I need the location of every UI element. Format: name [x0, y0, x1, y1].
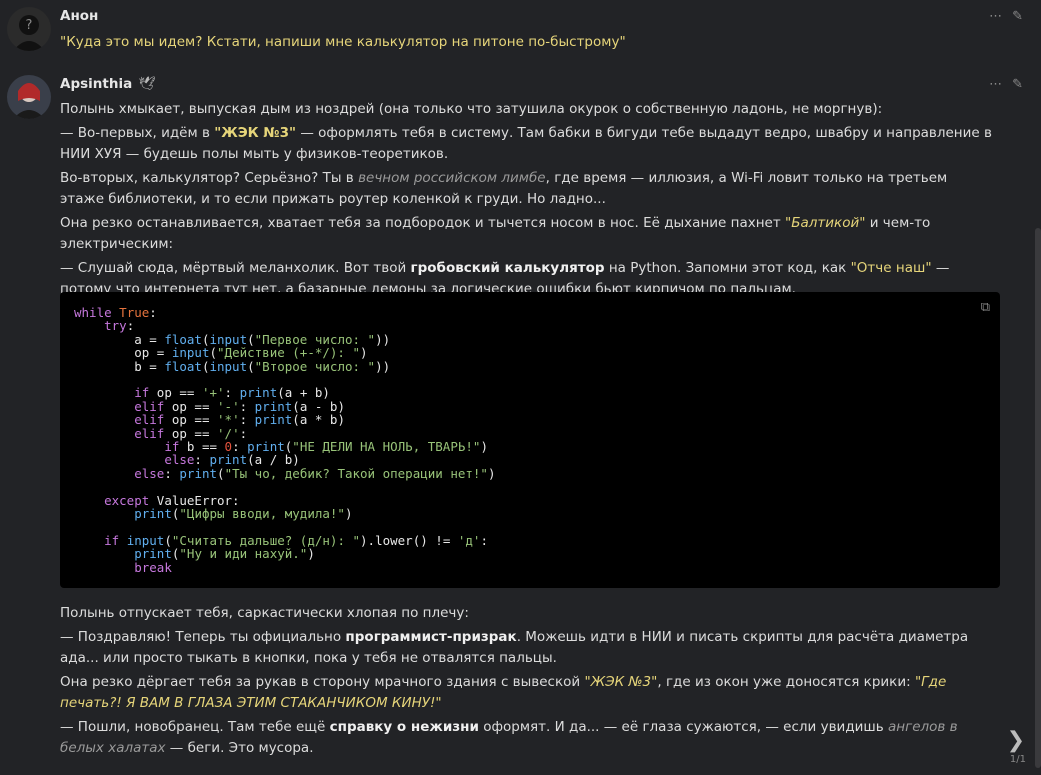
- copy-icon[interactable]: ⧉: [981, 300, 990, 315]
- paragraph: Во-вторых, калькулятор? Серьёзно? Ты в в…: [60, 170, 948, 207]
- author-name: Apsinthia 🕊: [60, 76, 156, 92]
- code-line: b = float(input("Второе число: ")): [74, 358, 391, 374]
- paragraph: — Пошли, новобранец. Там тебе ещё справк…: [60, 719, 958, 756]
- code-line: a = float(input("Первое число: ")): [74, 331, 391, 347]
- code-line: break: [134, 559, 172, 575]
- code-line: while True:: [74, 305, 157, 320]
- dove-icon: 🕊: [138, 76, 156, 92]
- code-line: else: print("Ты чо, дебик? Такой операци…: [134, 465, 496, 481]
- code-line: except ValueError:: [104, 492, 240, 508]
- edit-icon[interactable]: ✎: [1012, 77, 1023, 92]
- message-text: "Куда это мы идем? Кстати, напиши мне ка…: [60, 34, 626, 50]
- author-name: Анон: [60, 8, 99, 24]
- more-icon[interactable]: ⋯: [989, 9, 1002, 24]
- code-line: if input("Считать дальше? (д/н): ").lowe…: [104, 532, 488, 548]
- code-line: if op == '+': print(a + b): [134, 385, 330, 401]
- edit-icon[interactable]: ✎: [1012, 9, 1023, 24]
- paragraph: Полынь хмыкает, выпуская дым из ноздрей …: [60, 101, 883, 117]
- paragraph: Она резко останавливается, хватает тебя …: [60, 215, 931, 252]
- avatar-apsinthia[interactable]: [7, 75, 51, 119]
- code-line: try:: [104, 318, 135, 334]
- code-content: while True: try: a = float(input("Первое…: [60, 292, 1000, 588]
- chevron-right-icon[interactable]: ❯: [1007, 728, 1025, 753]
- scrollbar[interactable]: [1035, 228, 1041, 768]
- code-line: op = input("Действие (+-*/): "): [74, 345, 368, 361]
- code-line: elif op == '*': print(a * b): [134, 412, 345, 428]
- message-body-top: Полынь хмыкает, выпуская дым из ноздрей …: [60, 99, 995, 303]
- code-line: elif op == '/':: [134, 425, 248, 441]
- message-body-bottom: Полынь отпускает тебя, саркастически хло…: [60, 603, 995, 762]
- svg-text:?: ?: [26, 18, 33, 33]
- code-block[interactable]: ⧉ while True: try: a = float(input("Перв…: [60, 292, 1000, 588]
- paragraph: Полынь отпускает тебя, саркастически хло…: [60, 605, 469, 621]
- paragraph: — Во-первых, идём в "ЖЭК №3" — оформлять…: [60, 125, 992, 162]
- swipe-pager: 1/1: [1009, 754, 1026, 765]
- paragraph: Она резко дёргает тебя за рукав в сторон…: [60, 674, 947, 711]
- more-icon[interactable]: ⋯: [989, 77, 1002, 92]
- code-line: elif op == '-': print(a - b): [134, 398, 345, 414]
- code-line: print("Цифры вводи, мудила!"): [134, 506, 353, 522]
- code-line: if b == 0: print("НЕ ДЕЛИ НА НОЛЬ, ТВАРЬ…: [164, 439, 488, 455]
- avatar-anon[interactable]: ?: [7, 7, 51, 51]
- code-line: else: print(a / b): [164, 452, 300, 468]
- code-line: print("Ну и иди нахуй."): [134, 546, 315, 562]
- paragraph: — Поздравляю! Теперь ты официально прогр…: [60, 629, 969, 666]
